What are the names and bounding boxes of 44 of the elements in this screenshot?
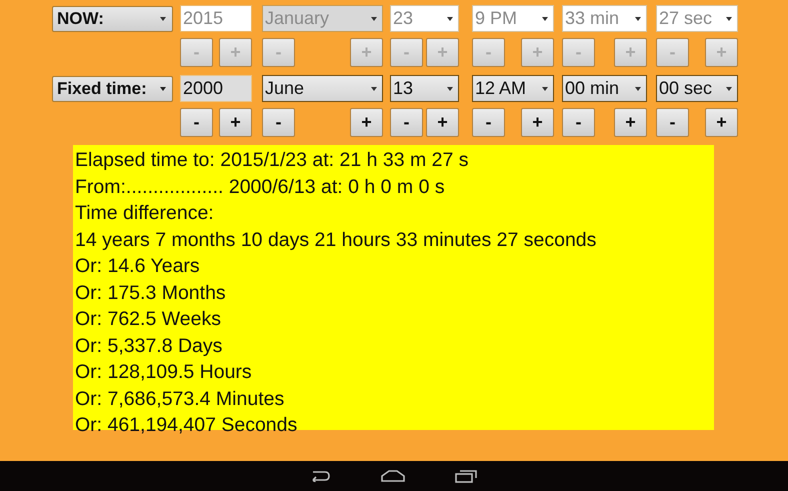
plus-button[interactable]: + <box>350 108 383 137</box>
caret-icon <box>726 16 732 20</box>
mode-dropdown[interactable]: Fixed time: <box>52 76 173 102</box>
result-line: Or: 128,109.5 Hours <box>75 360 253 385</box>
minus-button[interactable]: - <box>390 108 423 137</box>
result-line: Or: 14.6 Years <box>75 254 201 279</box>
plus-button[interactable]: + <box>521 108 554 137</box>
value-dropdown[interactable]: 00 sec <box>656 75 738 102</box>
caret-icon <box>542 86 548 90</box>
caret-icon <box>726 86 732 90</box>
minus-button[interactable]: - <box>656 108 689 137</box>
minus-button[interactable]: - <box>180 108 213 137</box>
result-line: Or: 461,194,407 Seconds <box>75 413 298 438</box>
value-dropdown[interactable]: 00 min <box>562 75 647 102</box>
result-line: Or: 5,337.8 Days <box>75 334 224 358</box>
minus-button[interactable]: - <box>262 108 295 137</box>
result-line: Or: 7,686,573.4 Minutes <box>75 386 286 412</box>
caret-icon <box>447 16 453 20</box>
result-line: Or: 762.5 Weeks <box>75 307 222 332</box>
caret-icon <box>635 86 641 90</box>
value-dropdown[interactable]: 13 <box>390 75 459 102</box>
result-line: 14 years 7 months 10 days 21 hours 33 minutes 27 seconds <box>75 228 598 252</box>
recents-icon[interactable] <box>455 469 477 483</box>
plus-button[interactable]: + <box>705 108 738 137</box>
result-line: Or: 175.3 Months <box>75 280 227 306</box>
caret-icon <box>160 86 166 90</box>
plus-button[interactable]: + <box>426 108 459 137</box>
year-field[interactable]: 2000 <box>180 75 252 102</box>
caret-icon <box>160 16 166 20</box>
value-dropdown[interactable]: 12 AM <box>472 75 554 102</box>
value-dropdown[interactable]: June <box>262 75 383 102</box>
home-icon[interactable] <box>381 470 405 482</box>
caret-icon <box>635 16 641 20</box>
minus-button[interactable]: - <box>562 108 595 137</box>
caret-icon <box>542 16 548 20</box>
caret-icon <box>371 86 377 90</box>
plus-button[interactable]: + <box>219 108 252 137</box>
result-line: Time difference: <box>75 201 215 226</box>
result-line: From:.................. 2000/6/13 at: 0 h 0 m 0 s <box>75 174 446 200</box>
plus-button[interactable]: + <box>614 108 647 137</box>
caret-icon <box>371 16 377 20</box>
caret-icon <box>447 86 453 90</box>
result-line: Elapsed time to: 2015/1/23 at: 21 h 33 m 27 s <box>75 148 470 173</box>
minus-button[interactable]: - <box>472 108 505 137</box>
